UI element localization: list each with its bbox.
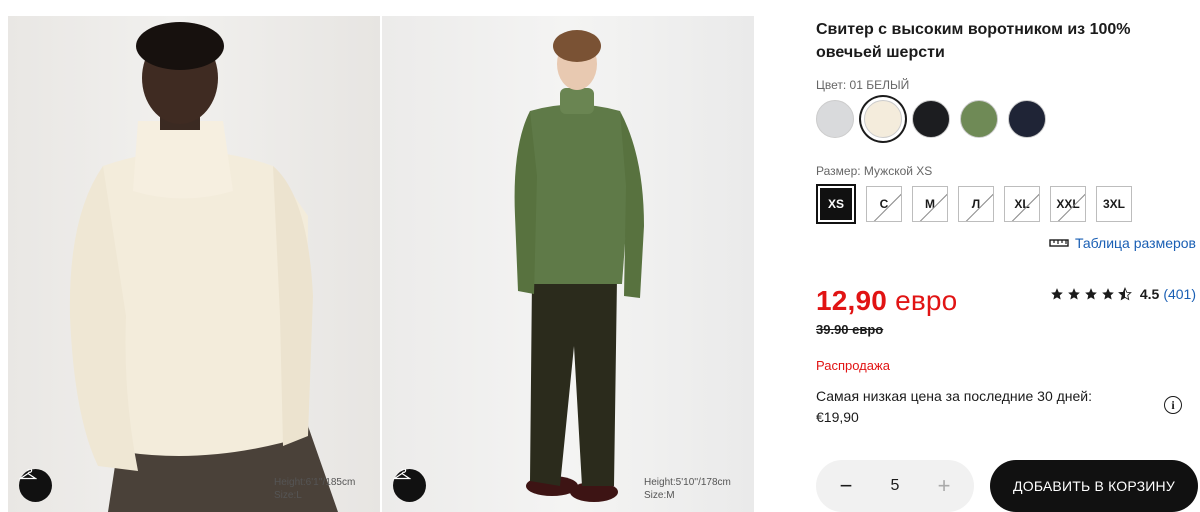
try-on-hanger-button[interactable] — [19, 469, 52, 502]
model-size: Size:L — [274, 490, 302, 501]
star-full-icon — [1102, 288, 1114, 300]
size-option-xl[interactable]: XL — [1004, 186, 1040, 222]
quantity-stepper: − 5 + — [816, 460, 974, 512]
size-option-xxl[interactable]: XXL — [1050, 186, 1086, 222]
try-on-hanger-button[interactable] — [393, 469, 426, 502]
product-title: Свитер с высоким воротником из 100% овеч… — [816, 21, 1131, 61]
product-details-panel: Свитер с высоким воротником из 100% овеч… — [816, 0, 1200, 512]
rating-stars — [1050, 287, 1132, 301]
price-amount: 12,90 — [816, 285, 888, 316]
sale-label: Распродажа — [816, 358, 890, 373]
hanger-icon — [393, 469, 411, 480]
size-option-xs[interactable]: XS — [816, 184, 856, 224]
size-option-m[interactable]: M — [912, 186, 948, 222]
hanger-icon — [19, 469, 37, 480]
color-swatch-white[interactable] — [864, 100, 902, 138]
quantity-value: 5 — [890, 477, 900, 494]
product-gallery: Height:6'1''/185cm Size:L Height:5'10''/… — [8, 16, 754, 512]
size-label: Размер: Мужской XS — [816, 164, 933, 178]
add-to-cart-button[interactable]: ДОБАВИТЬ В КОРЗИНУ — [990, 460, 1198, 512]
old-price: 39.90 евро — [816, 322, 884, 337]
size-chart-link-label: Таблица размеров — [1074, 235, 1196, 251]
size-option-3xl[interactable]: 3XL — [1096, 186, 1132, 222]
model-height: Height:5'10''/178cm — [644, 477, 731, 488]
star-full-icon — [1085, 288, 1097, 300]
lowest-price-note: Самая низкая цена за последние 30 дней: … — [816, 386, 1146, 428]
product-rating: 4.5 (401) — [1050, 286, 1196, 302]
decrease-quantity-button[interactable]: − — [836, 473, 856, 499]
model-height: Height:6'1''/185cm — [274, 477, 356, 488]
color-swatch-grey[interactable] — [816, 100, 854, 138]
color-swatch-black[interactable] — [912, 100, 950, 138]
size-option-l[interactable]: Л — [958, 186, 994, 222]
model-photo-1-illustration — [69, 22, 338, 512]
model-info-1: Height:6'1''/185cm Size:L — [274, 476, 355, 502]
size-options: XS C M Л XL XXL 3XL — [816, 184, 1132, 224]
product-photo-2[interactable]: Height:5'10''/178cm Size:M — [382, 16, 754, 512]
info-icon[interactable]: i — [1164, 396, 1182, 414]
increase-quantity-button[interactable]: + — [934, 473, 954, 499]
current-price: 12,90 евро — [816, 285, 957, 317]
product-photo-1[interactable]: Height:6'1''/185cm Size:L — [8, 16, 380, 512]
model-info-2: Height:5'10''/178cm Size:M — [644, 476, 731, 502]
lowest-price-value: €19,90 — [816, 409, 859, 425]
model-photo-2-illustration — [514, 30, 644, 502]
color-swatch-navy[interactable] — [1008, 100, 1046, 138]
star-half-icon — [1117, 287, 1132, 301]
color-label: Цвет: 01 БЕЛЫЙ — [816, 78, 910, 92]
rating-value: 4.5 — [1139, 286, 1160, 302]
model-size: Size:M — [644, 490, 675, 501]
lowest-price-text: Самая низкая цена за последние 30 дней: — [816, 388, 1093, 404]
color-swatch-green[interactable] — [960, 100, 998, 138]
star-full-icon — [1051, 288, 1063, 300]
reviews-count-link[interactable]: (401) — [1163, 286, 1196, 302]
color-swatches — [816, 100, 1046, 138]
size-chart-link[interactable]: Таблица размеров — [1049, 235, 1196, 251]
price-currency: евро — [895, 285, 958, 316]
star-full-icon — [1068, 288, 1080, 300]
size-option-s[interactable]: C — [866, 186, 902, 222]
ruler-icon — [1049, 239, 1069, 247]
